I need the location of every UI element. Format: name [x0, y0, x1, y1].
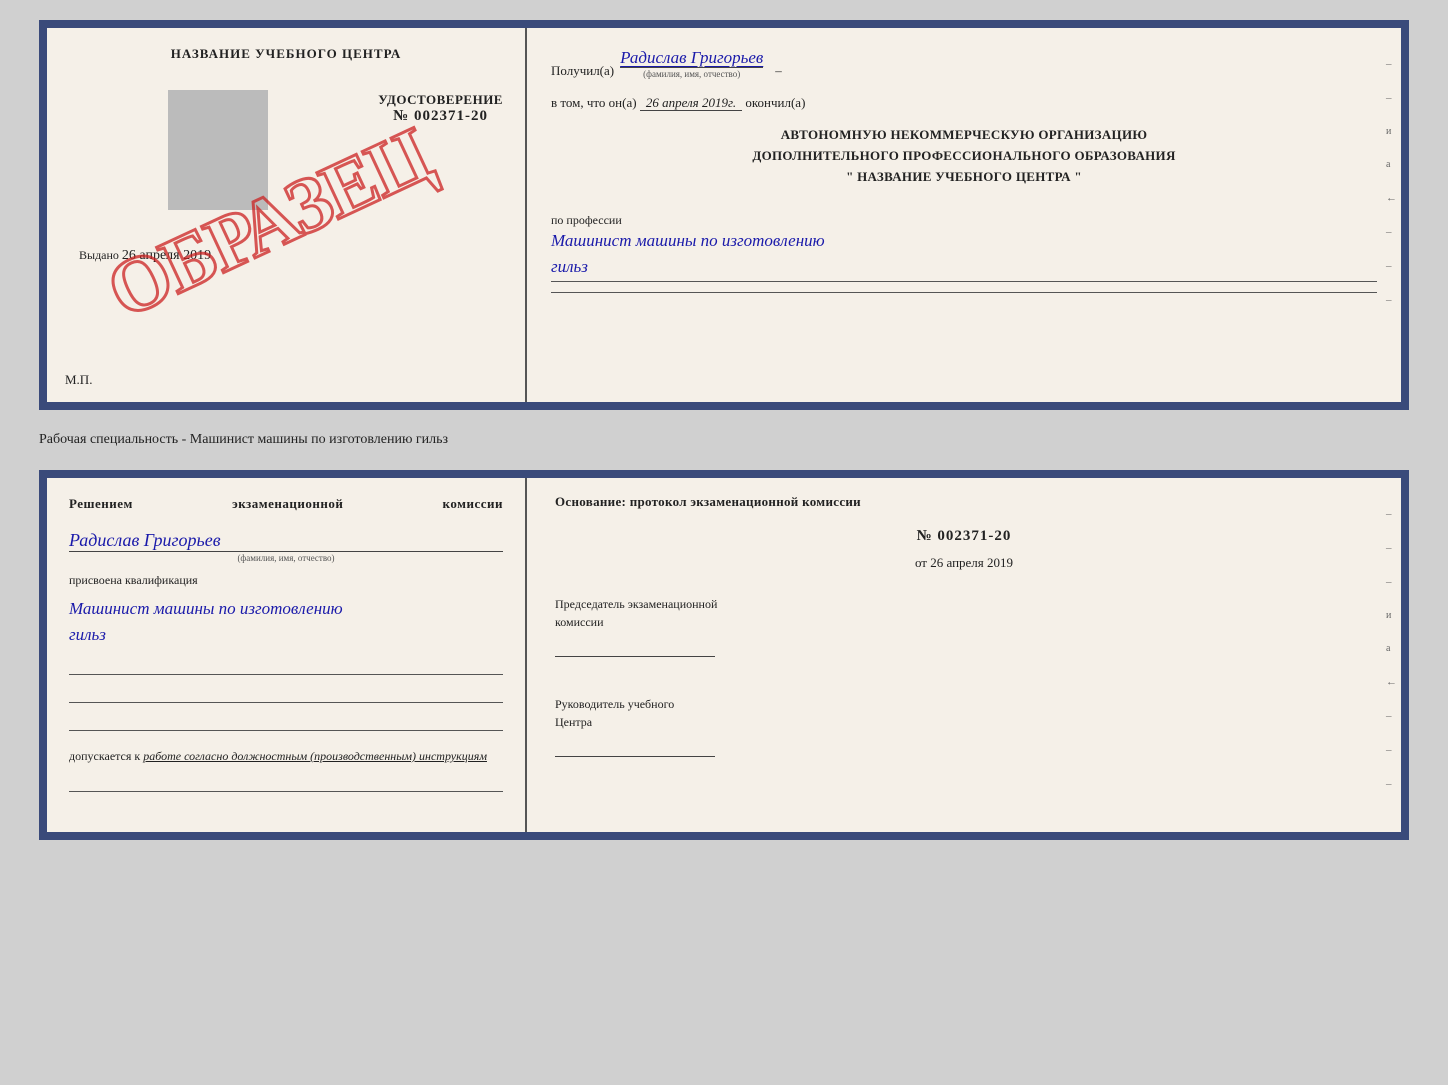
top-right-panel: Получил(а) Радислав Григорьев (фамилия, …: [527, 28, 1401, 402]
underline2: [69, 687, 503, 703]
chairman-block: Председатель экзаменационной комиссии: [555, 595, 1373, 657]
protokol-date: от 26 апреля 2019: [555, 555, 1373, 571]
protokol-number: № 002371-20: [555, 528, 1373, 545]
allowed-text: допускается к работе согласно должностны…: [69, 749, 503, 764]
prof-value: Машинист машины по изготовлению гильз: [551, 228, 1377, 293]
completion-date: 26 апреля 2019г.: [640, 95, 742, 111]
top-document: НАЗВАНИЕ УЧЕБНОГО ЦЕНТРА УДОСТОВЕРЕНИЕ №…: [39, 20, 1409, 410]
head-block: Руководитель учебного Центра: [555, 681, 1373, 757]
received-line: Получил(а) Радислав Григорьев (фамилия, …: [551, 48, 1377, 79]
org-line3: " НАЗВАНИЕ УЧЕБНОГО ЦЕНТРА ": [551, 167, 1377, 188]
head-label: Руководитель учебного Центра: [555, 695, 1373, 731]
bottom-right-edge-marks: – – – и а ← – – –: [1386, 508, 1397, 790]
date-line: в том, что он(а) 26 апреля 2019г. окончи…: [551, 95, 1377, 111]
assigned-text: присвоена квалификация: [69, 573, 503, 588]
mp-label: М.П.: [65, 372, 92, 388]
person-name: Радислав Григорьев: [69, 530, 503, 552]
top-left-panel: НАЗВАНИЕ УЧЕБНОГО ЦЕНТРА УДОСТОВЕРЕНИЕ №…: [47, 28, 527, 402]
decision-title: Решением экзаменационной комиссии: [69, 496, 503, 512]
cert-title: УДОСТОВЕРЕНИЕ: [378, 92, 503, 108]
cert-date: Выдано 26 апреля 2019: [69, 248, 503, 264]
osnov-title: Основание: протокол экзаменационной коми…: [555, 494, 1373, 510]
cert-number: № 002371-20: [378, 108, 503, 125]
bottom-left-panel: Решением экзаменационной комиссии Радисл…: [47, 478, 527, 832]
fio-hint-bottom: (фамилия, имя, отчество): [69, 553, 503, 563]
org-line1: АВТОНОМНУЮ НЕКОММЕРЧЕСКУЮ ОРГАНИЗАЦИЮ: [551, 125, 1377, 146]
org-line2: ДОПОЛНИТЕЛЬНОГО ПРОФЕССИОНАЛЬНОГО ОБРАЗО…: [551, 146, 1377, 167]
cert-block: УДОСТОВЕРЕНИЕ № 002371-20: [378, 92, 503, 125]
org-block: АВТОНОМНУЮ НЕКОММЕРЧЕСКУЮ ОРГАНИЗАЦИЮ ДО…: [551, 125, 1377, 187]
chairman-sign-line: [555, 635, 715, 657]
head-sign-line: [555, 735, 715, 757]
fio-hint-top: (фамилия, имя, отчество): [620, 69, 763, 79]
allowed-value: работе согласно должностным (производств…: [143, 749, 487, 763]
received-label: Получил(а): [551, 63, 614, 79]
bottom-document: Решением экзаменационной комиссии Радисл…: [39, 470, 1409, 840]
top-school-name: НАЗВАНИЕ УЧЕБНОГО ЦЕНТРА: [69, 46, 503, 62]
photo-placeholder: [168, 90, 268, 210]
separator-label: Рабочая специальность - Машинист машины …: [39, 428, 1409, 452]
qualification-value: Машинист машины по изготовлению гильз: [69, 596, 503, 647]
prof-label: по профессии: [551, 213, 1377, 228]
underline1: [69, 659, 503, 675]
underline4: [69, 776, 503, 792]
received-name: Радислав Григорьев: [620, 48, 763, 68]
bottom-right-panel: Основание: протокол экзаменационной коми…: [527, 478, 1401, 832]
chairman-label: Председатель экзаменационной комиссии: [555, 595, 1373, 631]
right-edge-marks: – – и а ← – – –: [1386, 58, 1397, 306]
underline3: [69, 715, 503, 731]
received-name-block: Радислав Григорьев (фамилия, имя, отчест…: [620, 48, 763, 79]
